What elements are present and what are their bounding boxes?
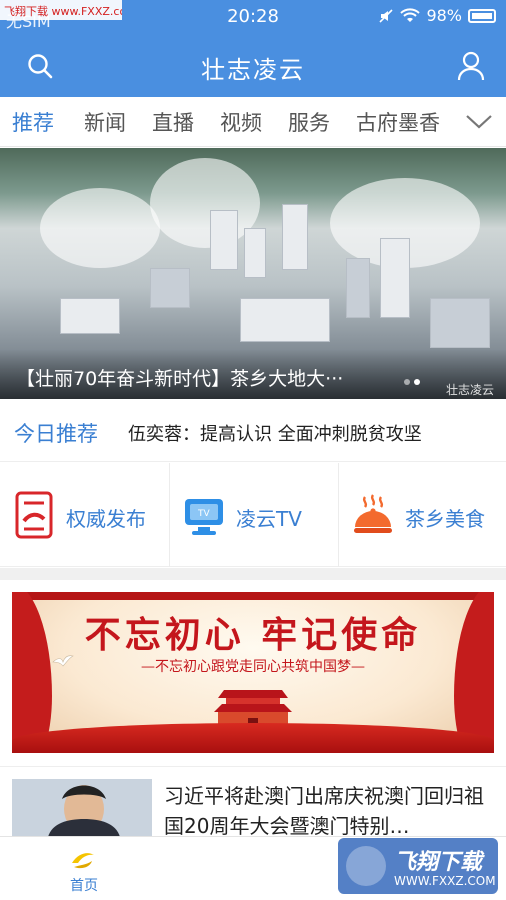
banner-dot-active[interactable] bbox=[414, 379, 420, 385]
banner-building bbox=[346, 258, 370, 318]
quick-link-label: 凌云TV bbox=[236, 507, 302, 531]
tab-home[interactable]: 首页 bbox=[54, 845, 114, 895]
watermark-logo-icon bbox=[346, 846, 386, 886]
document-icon bbox=[15, 491, 53, 539]
banner-building bbox=[240, 298, 330, 342]
quick-link-label: 茶乡美食 bbox=[405, 507, 485, 531]
food-dish-icon bbox=[354, 494, 392, 533]
banner-building bbox=[150, 268, 190, 308]
watermark-url: WWW.FXXZ.COM bbox=[394, 874, 496, 888]
promo-top-border bbox=[12, 592, 494, 600]
tab-live[interactable]: 直播 bbox=[152, 107, 194, 137]
banner-caption: 【壮丽70年奋斗新时代】茶乡大地大··· bbox=[16, 368, 344, 390]
banner-building bbox=[430, 298, 490, 348]
today-label: 今日推荐 bbox=[14, 422, 98, 446]
tab-video[interactable]: 视频 bbox=[220, 107, 262, 137]
banner-building bbox=[380, 238, 410, 318]
news-title: 习近平将赴澳门出席庆祝澳门回归祖国20周年大会暨澳门特别… bbox=[164, 784, 484, 838]
watermark-badge: 飞翔下载 WWW.FXXZ.COM bbox=[338, 838, 498, 894]
app-header: 无SIM 20:28 98% 飞翔下载 www.FXXZ.com 壮志凌云 bbox=[0, 0, 506, 97]
news-list-item[interactable]: 习近平将赴澳门出席庆祝澳门回归祖国20周年大会暨澳门特别… bbox=[0, 766, 506, 838]
tab-recommend[interactable]: 推荐 bbox=[12, 107, 54, 137]
category-tabs: 推荐 新闻 直播 视频 服务 古府墨香 bbox=[0, 97, 506, 147]
promo-subtitle: —不忘初心跟党走同心共筑中国梦— bbox=[141, 659, 365, 675]
battery-percent: 98% bbox=[426, 6, 462, 25]
promo-banner[interactable]: 不忘初心 牢记使命 —不忘初心跟党走同心共筑中国梦— bbox=[12, 592, 494, 753]
chevron-down-icon[interactable] bbox=[464, 109, 494, 133]
user-icon[interactable] bbox=[456, 50, 486, 82]
banner-source: 壮志凌云 bbox=[445, 383, 494, 397]
tab-home-label: 首页 bbox=[70, 878, 98, 894]
quick-link-food[interactable]: 茶乡美食 bbox=[338, 463, 506, 567]
tab-gufu-moxiang[interactable]: 古府墨香 bbox=[356, 107, 440, 137]
portrait-icon bbox=[12, 779, 152, 837]
quick-link-official[interactable]: 权威发布 bbox=[0, 463, 168, 567]
banner-building bbox=[210, 210, 238, 270]
hero-banner[interactable]: 【壮丽70年奋斗新时代】茶乡大地大··· 壮志凌云 bbox=[0, 148, 506, 399]
banner-building bbox=[60, 298, 120, 334]
quick-link-tv[interactable]: TV 凌云TV bbox=[169, 463, 337, 567]
today-recommend[interactable]: 今日推荐 伍奕蓉：提高认识 全面冲刺脱贫攻坚 bbox=[0, 400, 506, 462]
banner-building bbox=[244, 228, 266, 278]
tab-service[interactable]: 服务 bbox=[288, 107, 330, 137]
news-thumbnail bbox=[12, 779, 152, 837]
svg-text:TV: TV bbox=[197, 509, 210, 519]
dove-icon bbox=[52, 655, 74, 667]
today-headline[interactable]: 伍奕蓉：提高认识 全面冲刺脱贫攻坚 bbox=[128, 420, 422, 446]
quick-links: 权威发布 TV 凌云TV 茶乡美食 bbox=[0, 463, 506, 567]
status-indicators: 98% bbox=[378, 6, 496, 25]
navbar: 壮志凌云 bbox=[0, 34, 506, 97]
banner-mist bbox=[40, 188, 160, 268]
section-divider bbox=[0, 568, 506, 580]
promo-title: 不忘初心 牢记使命 bbox=[84, 614, 422, 656]
mute-icon bbox=[379, 8, 394, 23]
watermark-main: 飞翔下载 bbox=[394, 850, 483, 875]
battery-icon bbox=[468, 8, 496, 23]
banner-dot[interactable] bbox=[404, 379, 410, 385]
banner-building bbox=[282, 204, 308, 270]
wifi-icon bbox=[400, 7, 421, 22]
tab-news[interactable]: 新闻 bbox=[84, 107, 126, 137]
app-title: 壮志凌云 bbox=[201, 56, 305, 84]
promo-floor bbox=[12, 723, 494, 753]
tv-icon: TV bbox=[185, 499, 223, 535]
watermark-text: 飞翔下载 www.FXXZ.com bbox=[0, 0, 122, 20]
quick-link-label: 权威发布 bbox=[66, 507, 146, 531]
home-logo-icon bbox=[72, 853, 94, 869]
